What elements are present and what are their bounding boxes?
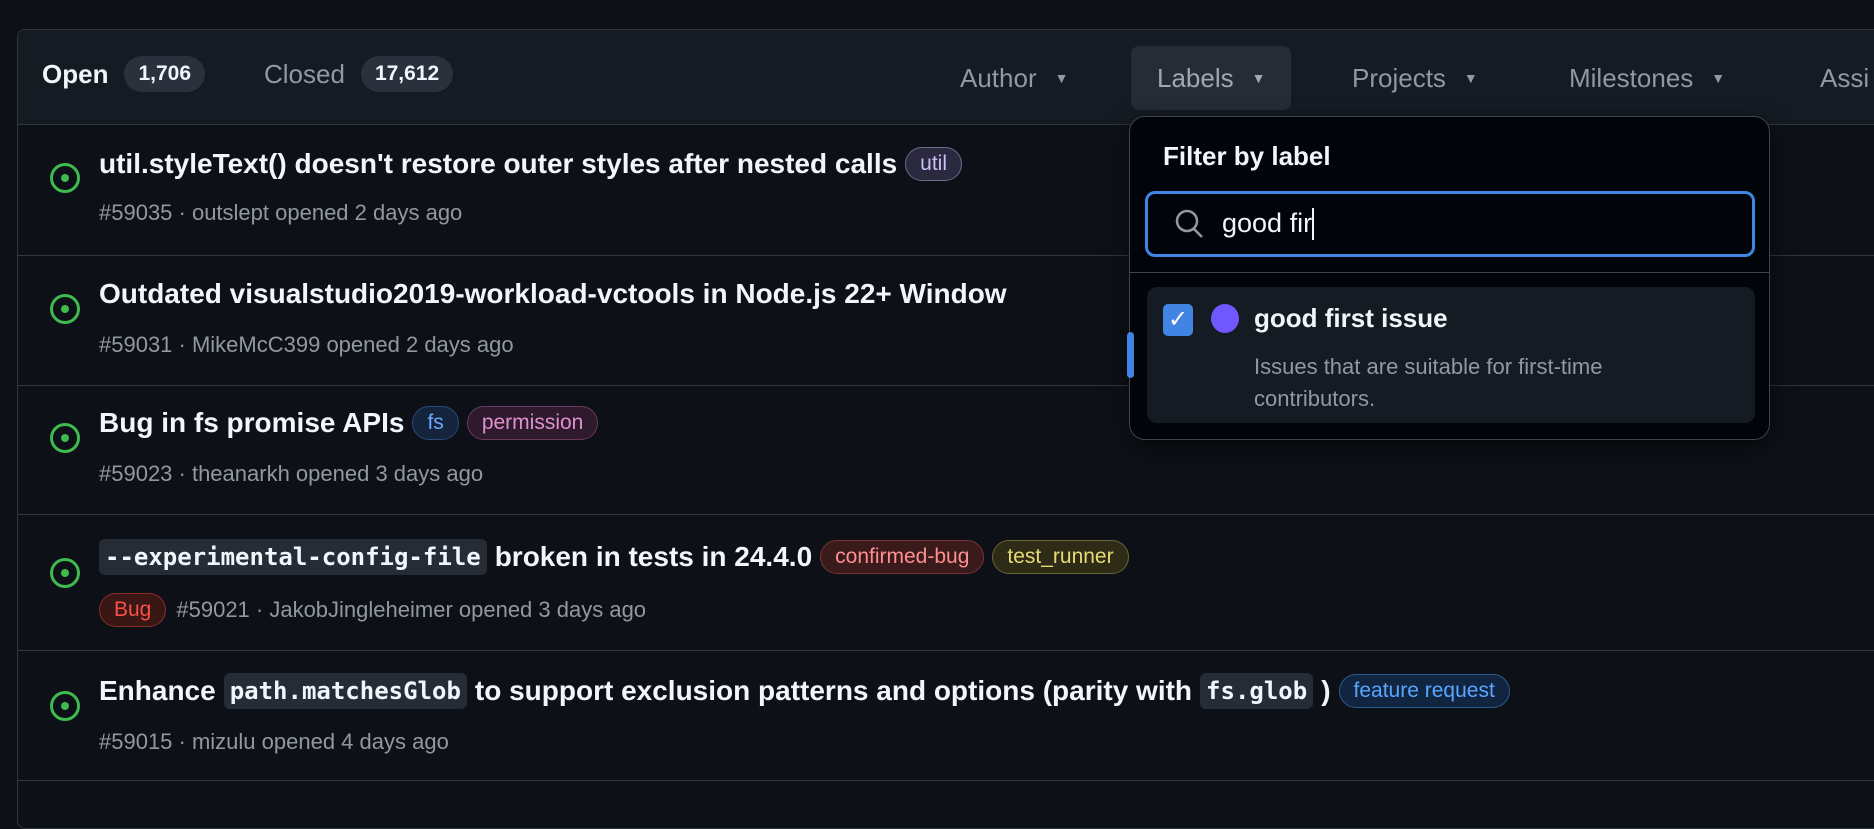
label-badge[interactable]: fs [412, 406, 459, 440]
projects-filter[interactable]: Projects ▼ [1326, 46, 1504, 110]
closed-label: Closed [264, 58, 345, 89]
label-badge[interactable]: util [905, 147, 963, 181]
open-count: 1,706 [124, 56, 206, 92]
assignees-filter[interactable]: Assi [1794, 46, 1874, 110]
label-option-name: good first issue [1254, 303, 1448, 333]
search-value: good fir [1222, 207, 1313, 238]
filter-label: Author [960, 62, 1037, 93]
issue-open-icon [50, 294, 80, 324]
divider [1130, 272, 1769, 273]
label-badge[interactable]: feature request [1338, 674, 1510, 708]
label-search-input[interactable]: good fir [1145, 191, 1755, 257]
filter-label: Milestones [1569, 62, 1694, 93]
caret-down-icon: ▼ [1711, 70, 1726, 86]
closed-count: 17,612 [360, 56, 454, 92]
author-filter[interactable]: Author ▼ [934, 46, 1094, 110]
issue-title[interactable]: Bug in fs promise APIs [99, 407, 404, 439]
issue-title: ) [1321, 675, 1331, 706]
issue-meta: #59021 · JakobJingleheimer opened 3 days… [176, 597, 647, 622]
checkbox-checked-icon[interactable]: ✓ [1163, 304, 1193, 336]
label-badge[interactable]: test_runner [992, 540, 1129, 574]
issue-title[interactable]: broken in tests in 24.4.0 [495, 541, 812, 573]
issue-title[interactable]: Enhance [99, 675, 216, 707]
label-badge[interactable]: permission [466, 406, 599, 440]
label-option-description: Issues that are suitable for first-time … [1254, 354, 1603, 411]
issue-meta: #59023 · theanarkh opened 3 days ago [99, 461, 484, 486]
issue-open-icon [50, 163, 80, 193]
caret-down-icon: ▼ [1054, 70, 1069, 86]
issue-meta: #59031 · MikeMcC399 opened 2 days ago [99, 332, 514, 357]
text-cursor [1312, 208, 1315, 241]
open-label: Open [42, 58, 109, 89]
label-filter-dropdown: Filter by label good fir ✓ good first is… [1127, 116, 1770, 440]
caret-down-icon: ▼ [1463, 70, 1478, 86]
dropdown-title: Filter by label [1163, 141, 1331, 171]
open-tab[interactable]: Open 1,706 [42, 56, 206, 92]
issue-title[interactable]: to support exclusion patterns and option… [475, 675, 1192, 707]
issue-row[interactable]: --experimental-config-file broken in test… [18, 515, 1874, 651]
issue-title-code[interactable]: path.matchesGlob [223, 673, 467, 709]
issue-title-code[interactable]: --experimental-config-file [99, 539, 487, 575]
issue-open-icon [50, 691, 80, 721]
filter-label: Projects [1352, 62, 1446, 93]
issues-header: Open 1,706 Closed 17,612 Author ▼ Labels ▼ P… [18, 30, 1874, 125]
filter-label: Assi [1820, 62, 1870, 93]
caret-down-icon: ▼ [1251, 70, 1266, 86]
issue-title[interactable]: Outdated visualstudio2019-workload-vctoo… [99, 278, 1007, 310]
filter-label: Labels [1157, 62, 1234, 93]
label-badge[interactable]: Bug [99, 593, 167, 627]
label-badge[interactable]: confirmed-bug [820, 540, 985, 574]
closed-tab[interactable]: Closed 17,612 [264, 56, 454, 92]
issue-title-code[interactable]: fs.glob [1200, 673, 1314, 709]
issue-open-icon [50, 558, 80, 588]
search-icon [1175, 209, 1203, 238]
label-color-dot [1211, 304, 1239, 333]
labels-filter[interactable]: Labels ▼ [1131, 46, 1292, 110]
issue-meta: #59035 · outslept opened 2 days ago [99, 200, 463, 225]
active-item-indicator [1127, 332, 1134, 378]
issue-title[interactable]: util.styleText() doesn't restore outer s… [99, 148, 897, 180]
issue-meta: #59015 · mizulu opened 4 days ago [99, 729, 449, 754]
label-option-good-first-issue[interactable]: ✓ good first issue Issues that are suita… [1147, 287, 1755, 423]
issue-row[interactable]: Enhance path.matchesGlob to support exclus… [18, 651, 1874, 781]
issue-open-icon [50, 423, 80, 453]
milestones-filter[interactable]: Milestones ▼ [1543, 46, 1751, 110]
